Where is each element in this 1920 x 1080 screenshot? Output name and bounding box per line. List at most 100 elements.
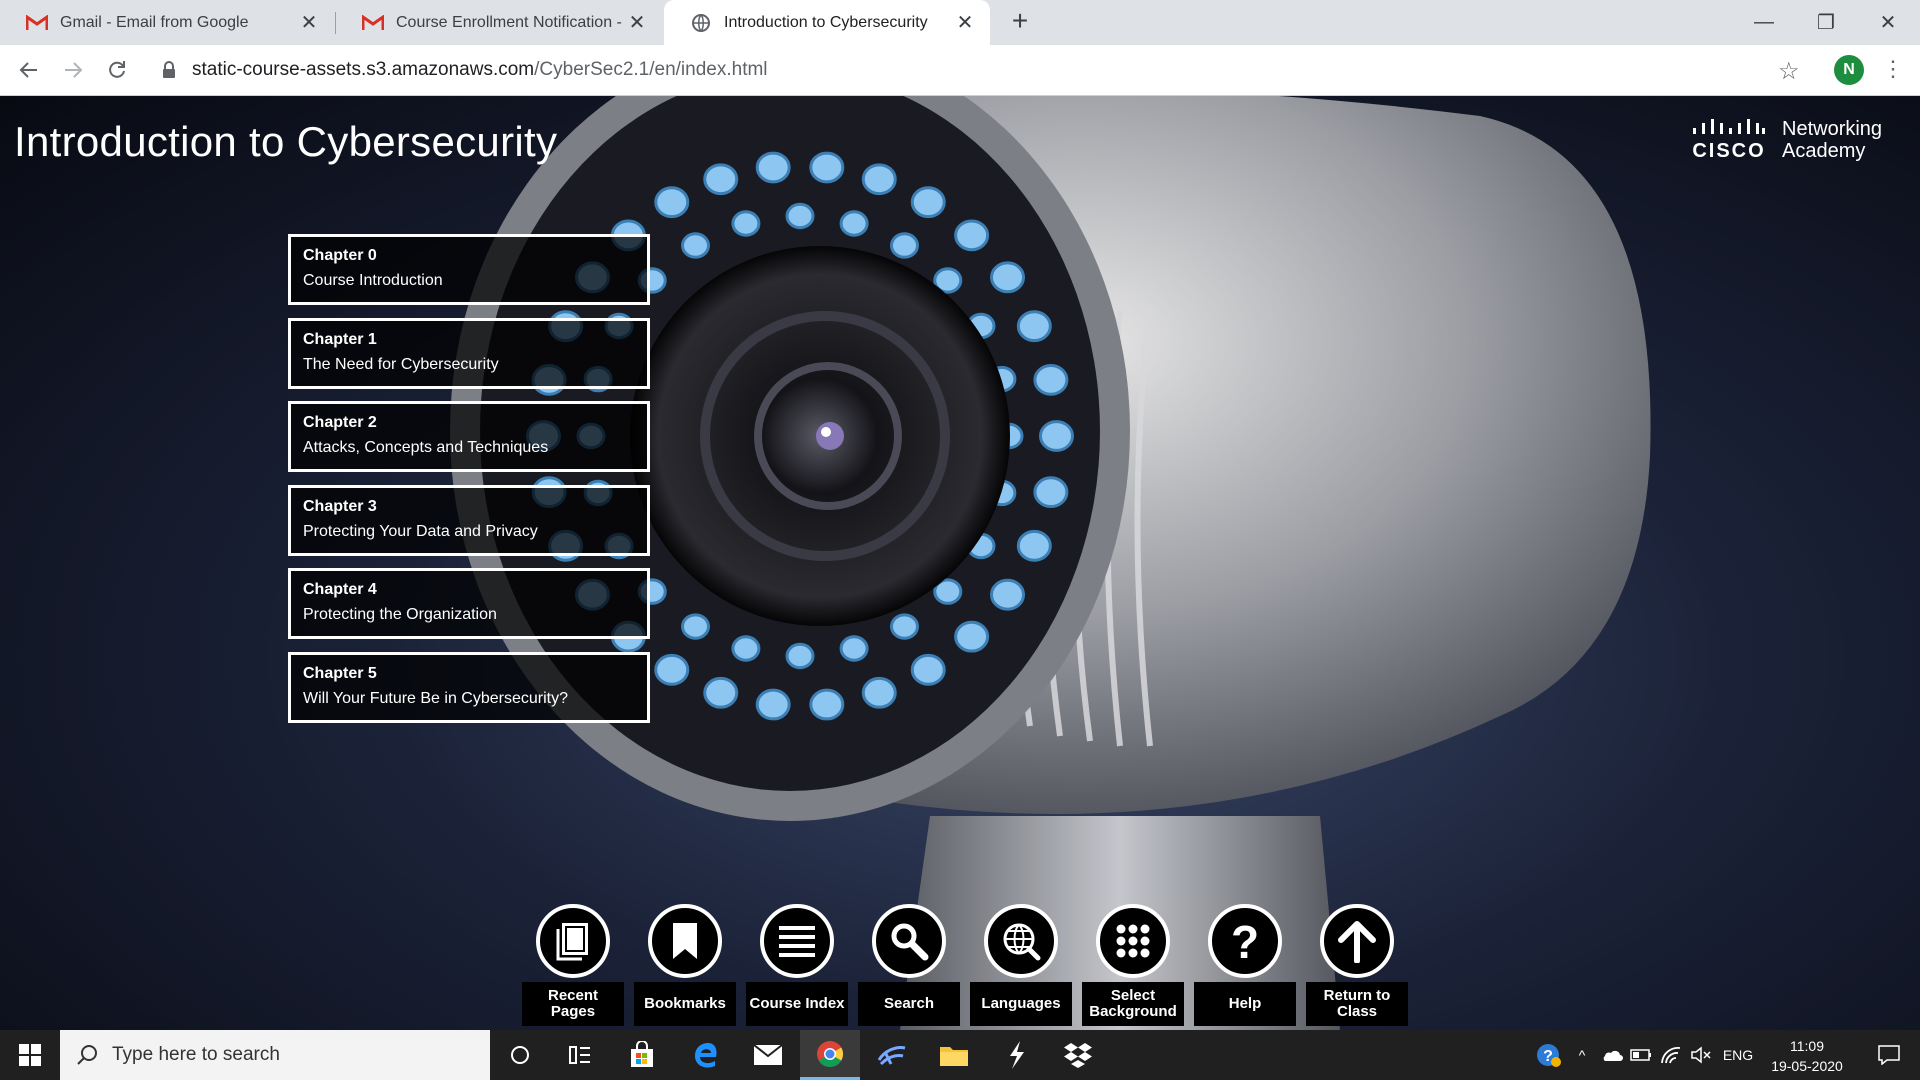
led-light bbox=[890, 613, 919, 640]
minimize-icon[interactable]: — bbox=[1734, 0, 1794, 45]
taskbar-search-box[interactable]: Type here to search bbox=[60, 1030, 490, 1080]
close-window-icon[interactable]: ✕ bbox=[1858, 0, 1918, 45]
languages-button[interactable]: Languages bbox=[965, 904, 1077, 1026]
bookmark-star-icon[interactable]: ☆ bbox=[1778, 57, 1800, 86]
chapter-name: Protecting Your Data and Privacy bbox=[303, 522, 538, 540]
close-tab-icon[interactable]: ✕ bbox=[954, 10, 976, 35]
led-light bbox=[990, 578, 1026, 611]
cortana-icon[interactable] bbox=[490, 1030, 550, 1080]
chapter-number: Chapter 3 bbox=[303, 497, 377, 515]
select-background-button[interactable]: Select Background bbox=[1077, 904, 1189, 1026]
chapter-number: Chapter 5 bbox=[303, 664, 377, 682]
tab-gmail[interactable]: Gmail - Email from Google ✕ bbox=[0, 0, 334, 45]
globe-icon bbox=[984, 904, 1058, 978]
menu-label: Select Background bbox=[1082, 982, 1184, 1026]
led-light bbox=[654, 186, 690, 219]
globe-icon bbox=[690, 12, 712, 34]
address-bar[interactable]: static-course-assets.s3.amazonaws.com/Cy… bbox=[146, 51, 1794, 89]
menu-label: Bookmarks bbox=[634, 982, 736, 1026]
course-title: Introduction to Cybersecurity bbox=[14, 118, 558, 165]
chrome-icon[interactable] bbox=[800, 1030, 860, 1080]
led-light bbox=[861, 163, 897, 196]
chapter-number: Chapter 0 bbox=[303, 247, 377, 264]
onedrive-icon[interactable] bbox=[1598, 1030, 1624, 1080]
menu-label: Recent Pages bbox=[522, 982, 624, 1026]
bookmark-icon bbox=[648, 904, 722, 978]
volume-muted-icon[interactable] bbox=[1688, 1030, 1714, 1080]
menu-kebab-icon[interactable]: ⋮ bbox=[1882, 56, 1904, 82]
app-swirl-icon[interactable] bbox=[862, 1030, 922, 1080]
led-light bbox=[1033, 363, 1069, 396]
brand-academy: Academy bbox=[1782, 139, 1866, 162]
led-light bbox=[1039, 420, 1074, 452]
led-light bbox=[731, 210, 761, 237]
tab-introduction-to-cybersecurity[interactable]: Introduction to Cybersecurity ✕ bbox=[664, 0, 990, 45]
taskbar-clock[interactable]: 11:09 19-05-2020 bbox=[1762, 1036, 1852, 1076]
close-tab-icon[interactable]: ✕ bbox=[626, 10, 648, 35]
browser-toolbar: static-course-assets.s3.amazonaws.com/Cy… bbox=[0, 45, 1920, 96]
browser-tab-strip: Gmail - Email from Google ✕ Course Enrol… bbox=[0, 0, 1920, 45]
chapter-0-button[interactable]: Chapter 0 Course Introduction bbox=[288, 234, 650, 305]
chapter-1-button[interactable]: Chapter 1 The Need for Cybersecurity bbox=[288, 317, 650, 389]
edge-icon[interactable] bbox=[676, 1030, 736, 1080]
windows-start-button[interactable] bbox=[0, 1030, 60, 1080]
restore-icon[interactable]: ❐ bbox=[1796, 0, 1856, 45]
brand-networking: Networking bbox=[1782, 117, 1883, 140]
menu-label: Search bbox=[858, 982, 960, 1026]
url-host: static-course-assets.s3.amazonaws.com bbox=[192, 59, 535, 80]
chapter-number: Chapter 1 bbox=[303, 330, 377, 348]
new-tab-button[interactable]: + bbox=[1004, 6, 1036, 38]
back-button[interactable] bbox=[12, 53, 46, 87]
pages-icon bbox=[536, 904, 610, 978]
menu-label: Languages bbox=[970, 982, 1072, 1026]
help-tray-icon[interactable]: ? bbox=[1530, 1030, 1566, 1080]
close-tab-icon[interactable]: ✕ bbox=[298, 10, 320, 35]
led-light bbox=[785, 202, 815, 230]
microsoft-store-icon[interactable] bbox=[612, 1030, 672, 1080]
chapter-5-button[interactable]: Chapter 5 Will Your Future Be in Cyberse… bbox=[288, 651, 650, 723]
led-light bbox=[1016, 529, 1052, 562]
lock-icon bbox=[163, 61, 175, 78]
led-light bbox=[755, 688, 791, 721]
led-light bbox=[910, 653, 946, 686]
search-button[interactable]: Search bbox=[853, 904, 965, 1026]
menu-label: Return to Class bbox=[1306, 982, 1408, 1026]
task-view-icon[interactable] bbox=[550, 1030, 610, 1080]
tab-title: Course Enrollment Notification - bbox=[396, 13, 622, 31]
wifi-icon[interactable] bbox=[1658, 1030, 1684, 1080]
mail-icon[interactable] bbox=[738, 1030, 798, 1080]
language-indicator[interactable]: ENG bbox=[1718, 1030, 1758, 1080]
chapter-3-button[interactable]: Chapter 3 Protecting Your Data and Priva… bbox=[288, 484, 650, 556]
help-button[interactable]: ? Help bbox=[1189, 904, 1301, 1026]
recent-pages-button[interactable]: Recent Pages bbox=[517, 904, 629, 1026]
chapter-name: Course Introduction bbox=[303, 272, 443, 289]
gmail-icon bbox=[26, 12, 48, 34]
chapter-4-button[interactable]: Chapter 4 Protecting the Organization bbox=[288, 568, 650, 639]
taskbar-search-placeholder: Type here to search bbox=[112, 1044, 280, 1065]
file-explorer-icon[interactable] bbox=[924, 1030, 984, 1080]
show-hidden-icons-icon[interactable]: ^ bbox=[1570, 1030, 1594, 1080]
course-menu-bar: Recent Pages Bookmarks Course Index Sear… bbox=[517, 904, 1413, 1026]
chapter-2-button[interactable]: Chapter 2 Attacks, Concepts and Techniqu… bbox=[288, 401, 650, 472]
tab-course-enrollment[interactable]: Course Enrollment Notification - ✕ bbox=[336, 0, 662, 45]
course-page: Introduction to Cybersecurity CISCO Netw… bbox=[0, 96, 1920, 1030]
dropbox-icon[interactable] bbox=[1048, 1030, 1108, 1080]
notification-center-icon[interactable] bbox=[1864, 1030, 1914, 1080]
led-light bbox=[910, 186, 946, 219]
back-arrow-icon bbox=[19, 62, 37, 78]
chapter-name: Protecting the Organization bbox=[303, 606, 497, 623]
led-light bbox=[1016, 310, 1052, 343]
return-to-class-button[interactable]: Return to Class bbox=[1301, 904, 1413, 1026]
bookmarks-button[interactable]: Bookmarks bbox=[629, 904, 741, 1026]
battery-icon[interactable] bbox=[1628, 1030, 1654, 1080]
gmail-icon bbox=[362, 12, 384, 34]
windows-taskbar: Type here to search ? ^ ENG 11:09 19-05-… bbox=[0, 1030, 1920, 1080]
led-light bbox=[731, 635, 761, 662]
profile-avatar[interactable]: N bbox=[1834, 55, 1864, 85]
forward-button[interactable] bbox=[56, 53, 90, 87]
course-index-button[interactable]: Course Index bbox=[741, 904, 853, 1026]
forward-arrow-icon bbox=[65, 62, 83, 78]
app-bolt-icon[interactable] bbox=[986, 1030, 1046, 1080]
reload-button[interactable] bbox=[100, 53, 134, 87]
svg-text:?: ? bbox=[1231, 918, 1259, 964]
